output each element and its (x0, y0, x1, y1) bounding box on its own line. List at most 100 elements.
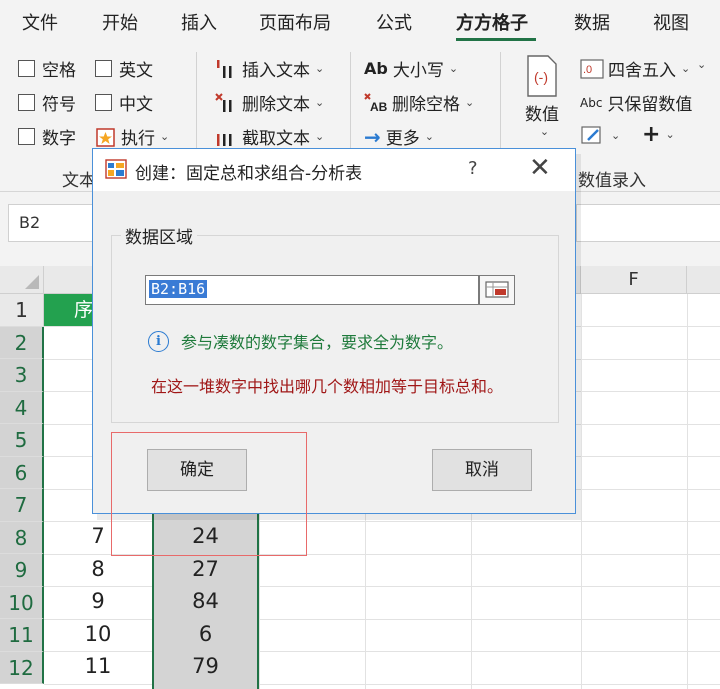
chevron-down-icon: ⌄ (315, 130, 325, 143)
insert-text-icon (217, 59, 232, 78)
checkbox-chinese[interactable]: 中文 (95, 90, 153, 115)
checkbox-space[interactable]: 空格 (18, 56, 76, 81)
grid-line (687, 294, 688, 689)
round-label: 四舍五入 (608, 61, 676, 81)
checkbox-symbol[interactable]: 符号 (18, 90, 76, 115)
cell-a12[interactable]: 11 (44, 654, 152, 678)
cell-a11[interactable]: 10 (44, 622, 152, 646)
tab-insert[interactable]: 插入 (181, 9, 217, 35)
chevron-down-icon: ⌄ (315, 62, 325, 75)
chevron-down-icon: ⌄ (611, 128, 621, 142)
chevron-down-icon: ⌄ (465, 96, 475, 109)
tab-fangfang-gezi[interactable]: 方方格子 (456, 9, 528, 35)
ribbon-collapse-caret[interactable]: ⌄ (692, 58, 706, 71)
group-label-text: 文本 (62, 171, 96, 191)
remove-spaces-button[interactable]: AB 删除空格 ⌄ (364, 90, 474, 115)
checkbox-english[interactable]: 英文 (95, 56, 153, 81)
chevron-down-icon: ⌄ (424, 130, 434, 143)
checkbox-label: 符号 (42, 95, 76, 115)
delete-text-button[interactable]: 删除文本 ⌄ (214, 90, 324, 115)
row-header[interactable]: 3 (0, 359, 44, 392)
range-input-value: B2:B16 (149, 280, 208, 298)
tab-data[interactable]: 数据 (574, 9, 610, 35)
cancel-button[interactable]: 取消 (432, 449, 532, 491)
ribbon-tab-bar: 文件 开始 插入 页面布局 公式 方方格子 数据 视图 (0, 0, 720, 44)
info-icon: i (148, 330, 169, 352)
checkbox-box[interactable] (95, 60, 112, 77)
cell-b12[interactable]: 79 (152, 654, 259, 678)
help-button[interactable]: ? (468, 158, 478, 179)
extract-text-button[interactable]: 截取文本 ⌄ (214, 124, 324, 149)
more-button[interactable]: → 更多 ⌄ (364, 124, 434, 150)
row-header[interactable]: 11 (0, 619, 44, 652)
delete-text-icon (215, 92, 232, 112)
case-button[interactable]: Ab 大小写 ⌄ (364, 56, 458, 81)
cell-a9[interactable]: 8 (44, 557, 152, 581)
extract-text-icon (217, 133, 232, 146)
corner-triangle-icon (25, 275, 39, 289)
number-label: 数值 (525, 105, 559, 125)
info-row: i 参与凑数的数字集合，要求全为数字。 (148, 329, 453, 353)
row-header[interactable]: 2 (0, 326, 44, 359)
extract-text-label: 截取文本 (242, 129, 310, 149)
cell-b10[interactable]: 84 (152, 589, 259, 613)
case-label: 大小写 (392, 61, 444, 81)
tab-page-layout[interactable]: 页面布局 (259, 9, 331, 35)
delete-text-label: 删除文本 (242, 95, 310, 115)
edit-tool-button[interactable]: ⌄ (580, 124, 620, 146)
close-button[interactable]: ✕ (529, 153, 551, 183)
grid-line (44, 684, 720, 685)
row-header[interactable]: 9 (0, 554, 44, 587)
row-header[interactable]: 12 (0, 651, 44, 684)
cell-b9[interactable]: 27 (152, 557, 259, 581)
column-header-g[interactable] (687, 266, 720, 294)
insert-text-button[interactable]: 插入文本 ⌄ (214, 56, 324, 81)
cell-a10[interactable]: 9 (44, 589, 152, 613)
number-button[interactable]: (-) 数值 ⌄ (522, 54, 562, 138)
checkbox-label: 中文 (119, 95, 153, 115)
checkbox-box[interactable] (95, 94, 112, 111)
dialog-title-bar[interactable]: 创建：固定总和求组合-分析表 ? ✕ (93, 149, 575, 191)
formula-bar[interactable] (576, 204, 720, 242)
row-header[interactable]: 6 (0, 456, 44, 489)
name-box[interactable]: B2 (8, 204, 96, 242)
remove-spaces-label: 删除空格 (392, 95, 460, 115)
tab-formulas[interactable]: 公式 (376, 9, 412, 35)
svg-text:.0: .0 (583, 64, 592, 76)
execute-button[interactable]: 执行 ⌄ (95, 124, 169, 149)
abc-icon: Abc (580, 95, 603, 110)
range-picker-button[interactable] (479, 275, 515, 305)
row-header[interactable]: 1 (0, 294, 44, 327)
grid-line (44, 651, 720, 652)
tab-home[interactable]: 开始 (102, 9, 138, 35)
tab-view[interactable]: 视图 (653, 9, 689, 35)
row-header[interactable]: 4 (0, 391, 44, 424)
column-header-f[interactable]: F (581, 266, 687, 294)
round-button[interactable]: .0 四舍五入 ⌄ (580, 56, 690, 81)
svg-text:(-): (-) (534, 69, 548, 85)
chevron-down-icon: ⌄ (539, 125, 550, 138)
row-header[interactable]: 10 (0, 586, 44, 619)
edit-grid-icon (581, 126, 601, 144)
cell-b11[interactable]: 6 (152, 622, 259, 646)
checkbox-box[interactable] (18, 94, 35, 111)
checkbox-label: 英文 (119, 61, 153, 81)
select-all-corner[interactable] (0, 266, 44, 294)
checkbox-label: 空格 (42, 61, 76, 81)
keep-values-button[interactable]: Abc 只保留数值 (580, 90, 692, 115)
row-header[interactable]: 8 (0, 521, 44, 554)
range-input[interactable]: B2:B16 (145, 275, 479, 305)
checkbox-box[interactable] (18, 60, 35, 77)
chevron-down-icon: ⌄ (697, 58, 707, 71)
tab-file[interactable]: 文件 (22, 9, 58, 35)
dialog-title: 创建：固定总和求组合-分析表 (135, 164, 363, 184)
chevron-down-icon: ⌄ (665, 128, 675, 141)
row-header[interactable]: 7 (0, 489, 44, 522)
execute-label: 执行 (121, 129, 155, 149)
checkbox-box[interactable] (18, 128, 35, 145)
add-button[interactable]: + ⌄ (642, 122, 675, 147)
grid-line (44, 619, 720, 620)
row-header[interactable]: 5 (0, 424, 44, 457)
checkbox-number[interactable]: 数字 (18, 124, 76, 149)
grid-line (44, 586, 720, 587)
